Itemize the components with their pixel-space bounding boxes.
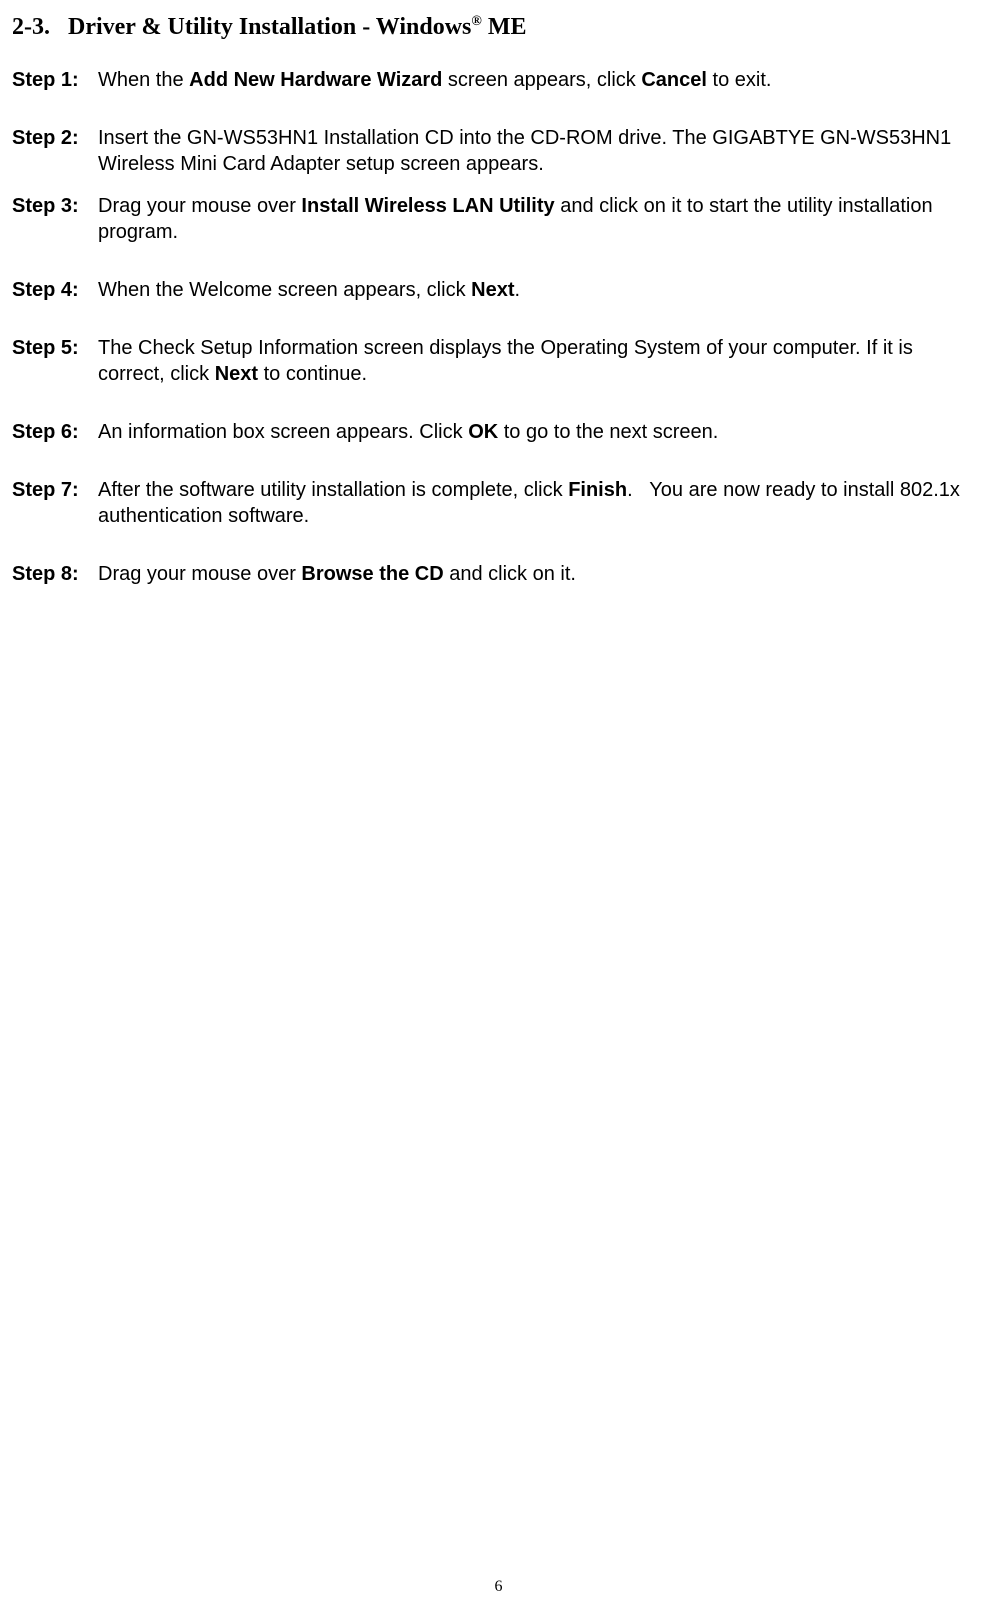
- step-body: Drag your mouse over Browse the CD and c…: [98, 561, 985, 587]
- step-label: Step 2:: [12, 125, 98, 151]
- step-2: Step 2: Insert the GN-WS53HN1 Installati…: [12, 125, 985, 177]
- step-3: Step 3: Drag your mouse over Install Wir…: [12, 193, 985, 245]
- text: Drag your mouse over: [98, 195, 301, 217]
- heading-number: 2-3.: [12, 14, 50, 40]
- step-body: Drag your mouse over Install Wireless LA…: [98, 193, 985, 245]
- text: to go to the next screen.: [498, 421, 718, 443]
- step-label: Step 7:: [12, 477, 98, 503]
- step-8: Step 8: Drag your mouse over Browse the …: [12, 561, 985, 587]
- step-label: Step 1:: [12, 67, 98, 93]
- step-body: When the Add New Hardware Wizard screen …: [98, 67, 985, 93]
- step-body: The Check Setup Information screen displ…: [98, 335, 985, 387]
- bold-text: OK: [468, 421, 498, 443]
- bold-text: Cancel: [641, 69, 707, 91]
- bold-text: Next: [471, 279, 514, 301]
- text: Drag your mouse over: [98, 563, 301, 585]
- bold-text: Finish: [568, 479, 627, 501]
- step-1: Step 1: When the Add New Hardware Wizard…: [12, 67, 985, 93]
- page-number: 6: [0, 1577, 997, 1598]
- text: When the: [98, 69, 189, 91]
- step-body: Insert the GN-WS53HN1 Installation CD in…: [98, 125, 985, 177]
- step-4: Step 4: When the Welcome screen appears,…: [12, 277, 985, 303]
- step-5: Step 5: The Check Setup Information scre…: [12, 335, 985, 387]
- step-label: Step 6:: [12, 419, 98, 445]
- text: .: [514, 279, 520, 301]
- text: An information box screen appears. Click: [98, 421, 468, 443]
- step-body: After the software utility installation …: [98, 477, 985, 529]
- bold-text: Install Wireless LAN Utility: [301, 195, 554, 217]
- step-6: Step 6: An information box screen appear…: [12, 419, 985, 445]
- heading-title-after: ME: [482, 14, 527, 40]
- step-label: Step 4:: [12, 277, 98, 303]
- heading-sup: ®: [471, 14, 481, 29]
- bold-text: Browse the CD: [301, 563, 443, 585]
- bold-text: Next: [215, 363, 258, 385]
- bold-text: Add New Hardware Wizard: [189, 69, 442, 91]
- step-body: An information box screen appears. Click…: [98, 419, 985, 445]
- text: After the software utility installation …: [98, 479, 568, 501]
- text: screen appears, click: [442, 69, 641, 91]
- step-7: Step 7: After the software utility insta…: [12, 477, 985, 529]
- heading-title-before: Driver & Utility Installation - Windows: [68, 14, 471, 40]
- section-heading: 2-3. Driver & Utility Installation - Win…: [12, 12, 985, 43]
- text: to continue.: [258, 363, 367, 385]
- step-label: Step 8:: [12, 561, 98, 587]
- text: to exit.: [707, 69, 771, 91]
- text: When the Welcome screen appears, click: [98, 279, 471, 301]
- step-label: Step 3:: [12, 193, 98, 219]
- step-body: When the Welcome screen appears, click N…: [98, 277, 985, 303]
- text: Insert the GN-WS53HN1 Installation CD in…: [98, 127, 951, 175]
- text: and click on it.: [444, 563, 576, 585]
- step-label: Step 5:: [12, 335, 98, 361]
